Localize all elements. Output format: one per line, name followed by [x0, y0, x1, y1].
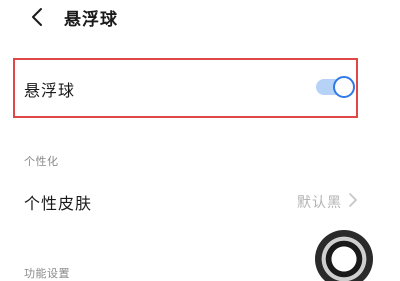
- header: 悬浮球: [0, 0, 400, 34]
- section-title-function-settings: 功能设置: [24, 267, 70, 280]
- skin-row-label[interactable]: 个性皮肤: [24, 190, 92, 214]
- chevron-right-icon[interactable]: [348, 193, 358, 207]
- floating-ball-toggle[interactable]: [316, 76, 356, 98]
- floating-ball-settings-page: 悬浮球 悬浮球 个性化 个性皮肤 默认黑 功能设置: [0, 0, 400, 281]
- floating-ball-label: 悬浮球: [24, 81, 76, 100]
- page-title: 悬浮球: [64, 10, 118, 30]
- skin-row-value[interactable]: 默认黑: [297, 192, 342, 212]
- chevron-left-icon: [32, 8, 42, 26]
- floating-ball[interactable]: [315, 230, 373, 281]
- toggle-knob: [333, 76, 355, 98]
- section-title-personalization: 个性化: [24, 155, 59, 168]
- back-button[interactable]: [28, 6, 48, 28]
